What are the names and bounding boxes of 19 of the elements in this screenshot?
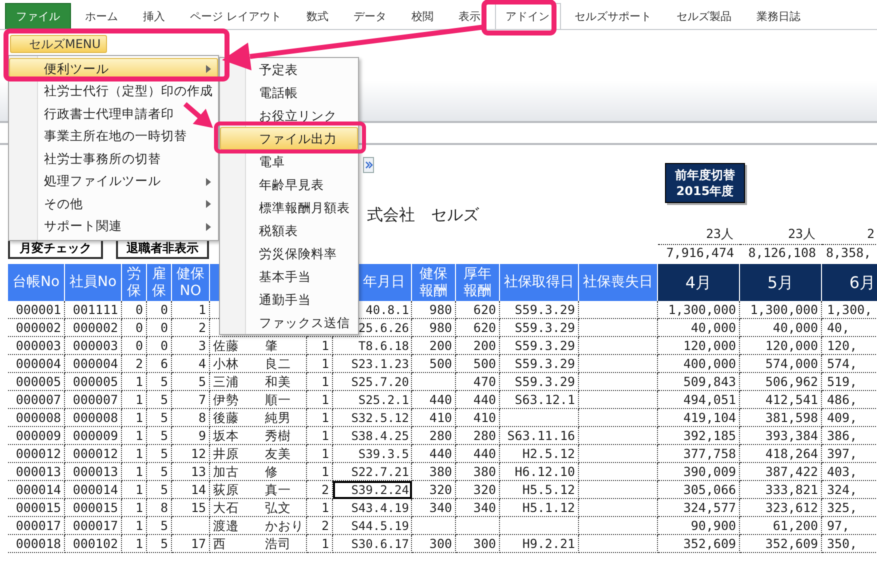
column-header: 社員No xyxy=(65,264,122,301)
column-header: 5月 xyxy=(740,264,822,301)
total-amount: 8,126,108 xyxy=(747,245,817,262)
total-amount: 8,358, xyxy=(825,245,872,262)
headcount: 23人 xyxy=(658,226,740,245)
total-amount: 7,916,474 xyxy=(665,245,735,262)
column-header: 雇保 xyxy=(147,264,172,301)
column-header: 台帳No xyxy=(8,264,65,301)
column-header: 社保取得日 xyxy=(500,264,579,301)
column-header: 厚年報酬 xyxy=(456,264,500,301)
company-name: 式会社 セルズ xyxy=(367,205,479,226)
headcount: 2 xyxy=(822,226,877,245)
headcount: 23人 xyxy=(740,226,822,245)
column-header: 健保報酬 xyxy=(412,264,456,301)
column-header: 4月 xyxy=(658,264,740,301)
column-header: 6月 xyxy=(822,264,877,301)
column-header: 社保喪失日 xyxy=(579,264,658,301)
column-header: 労保 xyxy=(122,264,147,301)
column-header: 健保NO xyxy=(172,264,210,301)
